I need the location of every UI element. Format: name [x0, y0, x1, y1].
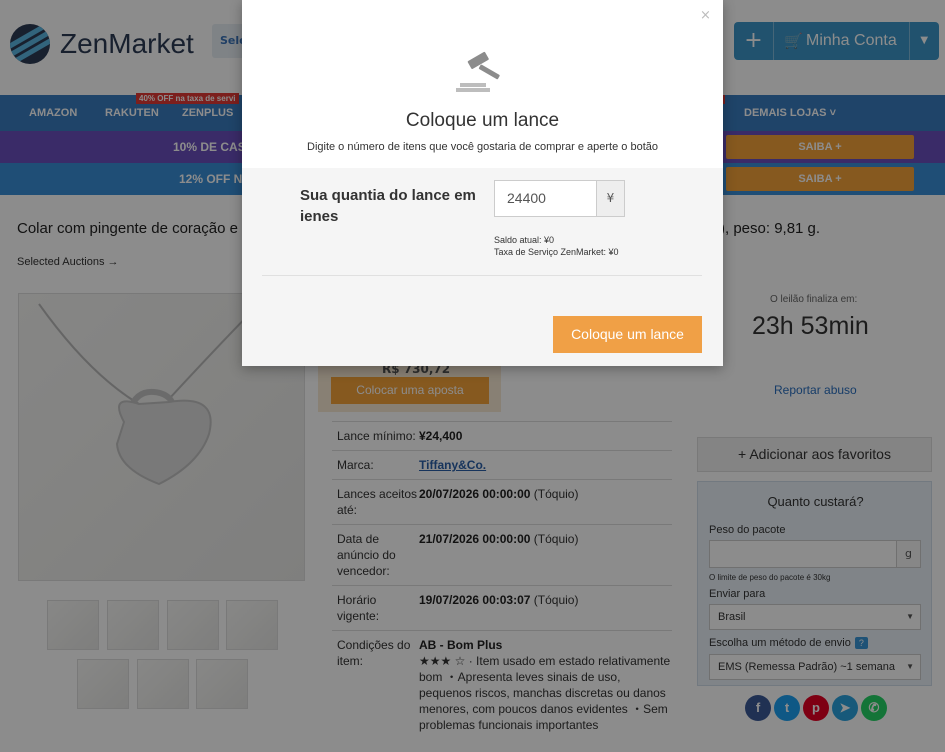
bid-amount-label: Sua quantia do lance em ienes	[300, 187, 476, 225]
modal-subtitle: Digite o número de itens que você gostar…	[307, 141, 658, 153]
place-bid-modal: × Coloque um lance Digite o número de it…	[242, 0, 723, 366]
gavel-icon	[456, 50, 506, 94]
close-icon[interactable]: ×	[700, 8, 711, 23]
divider	[262, 275, 702, 276]
bid-amount-input[interactable]: 24400	[494, 180, 597, 217]
submit-bid-button[interactable]: Coloque um lance	[553, 316, 702, 353]
balance-info: Saldo atual: ¥0 Taxa de Serviço ZenMarke…	[494, 234, 619, 258]
modal-title: Coloque um lance	[405, 110, 560, 131]
modal-body: Sua quantia do lance em ienes 24400 ¥ Sa…	[242, 168, 723, 366]
currency-addon: ¥	[596, 180, 625, 217]
service-fee: Taxa de Serviço ZenMarket: ¥0	[494, 247, 619, 257]
current-balance: Saldo atual: ¥0	[494, 235, 555, 245]
